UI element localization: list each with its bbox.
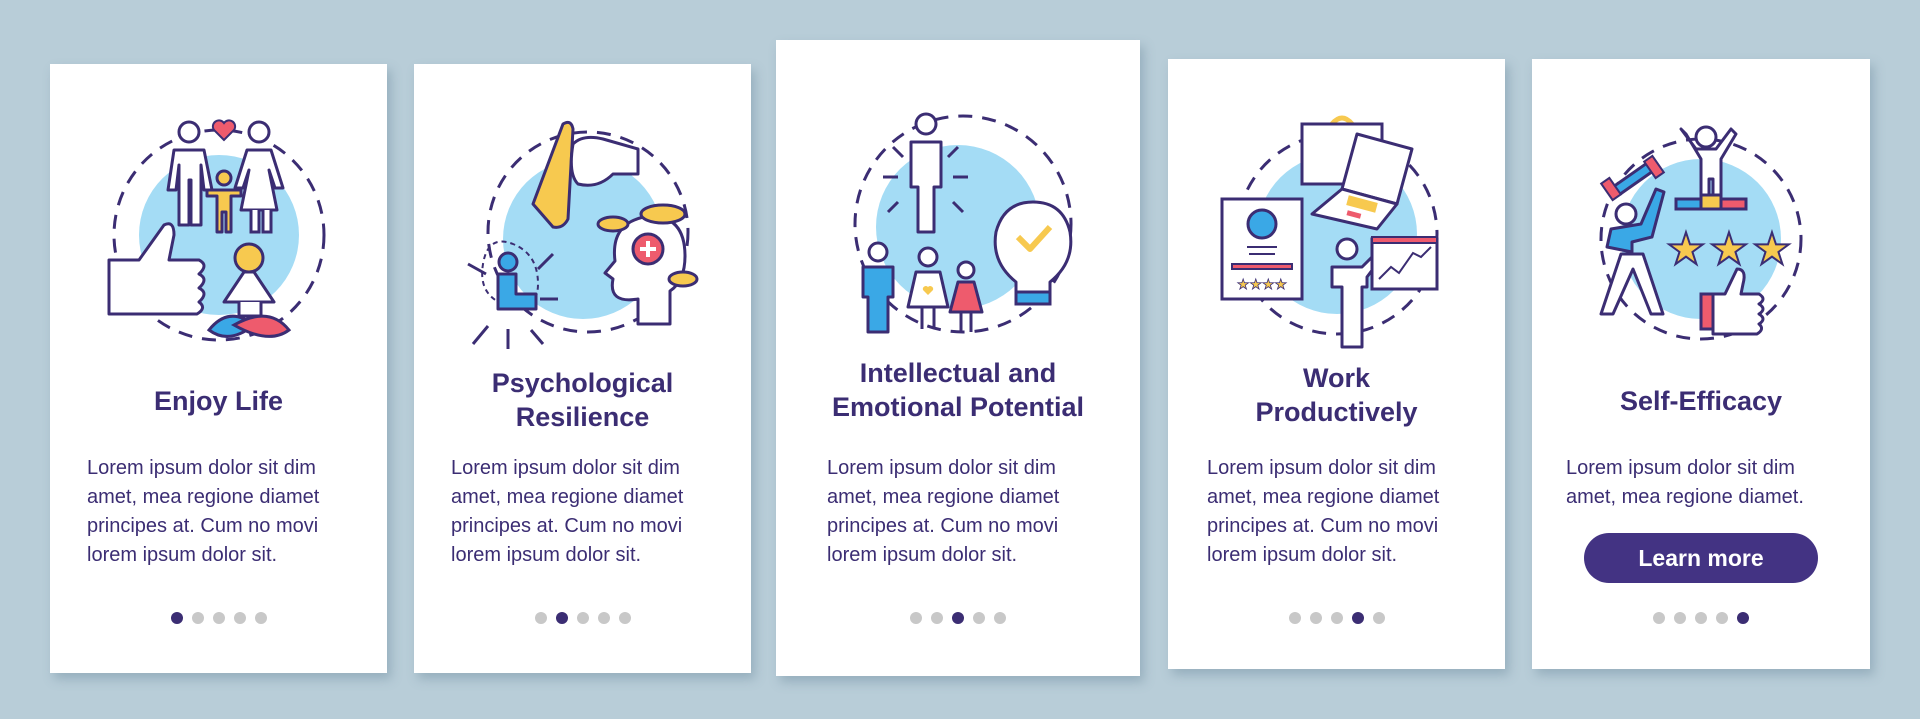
pagination-dots [776, 612, 1140, 624]
briefcase-laptop-resume-presentation-icon: ★★★★ [1220, 115, 1438, 349]
pagination-dots [50, 612, 387, 624]
family-meditation-thumbs-up-icon [107, 119, 325, 342]
learn-more-button[interactable]: Learn more [1584, 533, 1818, 583]
page-dot-5[interactable] [1737, 612, 1749, 624]
page-dot-3[interactable] [576, 612, 589, 624]
page-dot-5[interactable] [618, 612, 631, 624]
page-dot-3[interactable] [212, 612, 225, 624]
card-title: Enjoy Life [153, 386, 283, 416]
card-description: Lorem ipsum dolor sit dim amet, mea regi… [87, 457, 320, 566]
onboarding-card-psychological-resilience: Psychological Resilience Lorem ipsum dol… [414, 64, 751, 673]
card-description: Lorem ipsum dolor sit dim amet, mea regi… [1566, 457, 1804, 508]
page-dot-1[interactable] [1288, 612, 1301, 624]
page-dot-2[interactable] [191, 612, 204, 624]
card-description: Lorem ipsum dolor sit dim amet, mea regi… [827, 457, 1060, 566]
page-dot-4[interactable] [233, 612, 246, 624]
page-dot-2[interactable] [931, 612, 943, 624]
hand-fist-head-resilience-icon [466, 120, 698, 349]
onboarding-card-work-productively: ★★★★ Work Productively Lorem ipsum dolor… [1168, 59, 1505, 669]
onboarding-card-enjoy-life: Enjoy Life Lorem ipsum dolor sit dim ame… [50, 64, 387, 673]
page-dot-1[interactable] [910, 612, 922, 624]
page-dot-1[interactable] [1653, 612, 1665, 624]
svg-text:★: ★ [1666, 225, 1705, 274]
athlete-podium-stars-thumbs-up-icon: ★ ★ ★ [1599, 125, 1803, 341]
page-dot-4[interactable] [1351, 612, 1364, 624]
card-description: Lorem ipsum dolor sit dim amet, mea regi… [1207, 457, 1440, 566]
page-dot-5[interactable] [1372, 612, 1385, 624]
card-description: Lorem ipsum dolor sit dim amet, mea regi… [451, 457, 684, 566]
card-title: Self-Efficacy [1619, 386, 1783, 416]
page-dot-1[interactable] [534, 612, 547, 624]
pagination-dots [414, 612, 751, 624]
svg-text:★★★★: ★★★★ [1236, 276, 1286, 292]
card-title: Psychological Resilience [491, 368, 674, 432]
svg-text:★: ★ [1709, 225, 1748, 274]
page-dot-2[interactable] [1309, 612, 1322, 624]
page-dot-5[interactable] [994, 612, 1006, 624]
pagination-dots [1532, 612, 1870, 624]
page-dot-4[interactable] [973, 612, 985, 624]
card-title: Intellectual and Emotional Potential [831, 358, 1085, 422]
page-dot-4[interactable] [597, 612, 610, 624]
page-dot-3[interactable] [1330, 612, 1343, 624]
person-family-lightbulb-icon [853, 112, 1073, 334]
onboarding-card-intellectual-emotional-potential: Intellectual and Emotional Potential Lor… [776, 40, 1140, 676]
pagination-dots [1168, 612, 1505, 624]
page-dot-3[interactable] [952, 612, 964, 624]
page-dot-1[interactable] [170, 612, 183, 624]
svg-text:★: ★ [1752, 225, 1791, 274]
page-dot-3[interactable] [1695, 612, 1707, 624]
page-dot-5[interactable] [254, 612, 267, 624]
page-dot-4[interactable] [1716, 612, 1728, 624]
card-title: Work Productively [1255, 363, 1418, 427]
page-dot-2[interactable] [555, 612, 568, 624]
onboarding-card-self-efficacy: ★ ★ ★ Self-Efficacy Lorem ipsum dolor si… [1532, 59, 1870, 669]
page-dot-2[interactable] [1674, 612, 1686, 624]
